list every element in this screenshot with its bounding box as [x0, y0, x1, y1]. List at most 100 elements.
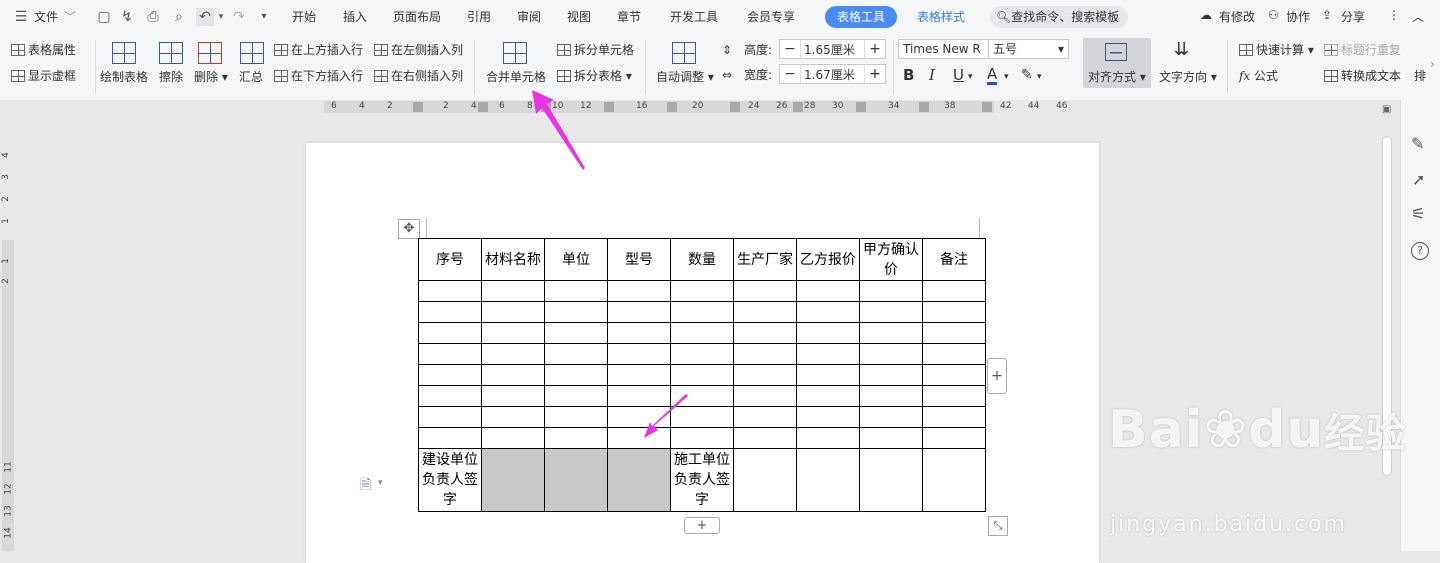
summary-button[interactable]: 汇总 — [239, 69, 263, 85]
table-cell[interactable] — [418, 280, 482, 302]
draw-table-button[interactable]: 绘制表格 — [100, 69, 148, 85]
table-cell[interactable] — [859, 364, 923, 386]
width-value[interactable]: 1.67厘米 — [804, 66, 855, 83]
table-cell[interactable] — [481, 364, 545, 386]
width-decrease-button[interactable]: − — [780, 65, 801, 83]
table-cell[interactable] — [670, 280, 734, 302]
height-stepper[interactable]: − 1.65厘米 + — [779, 39, 886, 59]
table-cell[interactable] — [796, 322, 860, 344]
save-icon[interactable]: ▢ — [95, 8, 113, 26]
header-cell[interactable]: 材料名称 — [481, 238, 545, 281]
settings-sliders-icon[interactable]: ⚟ — [1411, 204, 1425, 223]
collaborate-button[interactable]: 协作 — [1286, 8, 1310, 25]
tab-page-layout[interactable]: 页面布局 — [393, 8, 441, 25]
select-cursor-icon[interactable]: ➚ — [1412, 170, 1425, 189]
underline-dropdown-icon[interactable]: ▾ — [968, 69, 973, 85]
chevron-down-icon[interactable]: ▾ — [378, 478, 383, 488]
table-cell[interactable] — [544, 343, 608, 365]
table-cell[interactable] — [418, 427, 482, 449]
header-repeat-button[interactable]: 标题行重复 — [1324, 42, 1401, 58]
underline-button[interactable]: U — [953, 67, 964, 83]
tab-table-style[interactable]: 表格样式 — [917, 8, 965, 25]
table-cell[interactable] — [733, 406, 797, 428]
show-gridlines-button[interactable]: 显示虚框 — [11, 68, 76, 84]
merge-cells-button[interactable]: 合并单元格 — [486, 69, 546, 85]
text-direction-button[interactable]: 文字方向 ▾ — [1159, 69, 1217, 85]
tab-view[interactable]: 视图 — [567, 8, 591, 25]
header-cell[interactable]: 甲方确认价 — [859, 238, 923, 281]
ruler-marker[interactable] — [413, 102, 423, 112]
header-cell[interactable]: 数量 — [670, 238, 734, 281]
vertical-ruler[interactable]: 4 3 2 1 1 2 11 12 13 14 — [0, 116, 16, 551]
table-cell[interactable] — [607, 322, 671, 344]
table-cell[interactable] — [796, 280, 860, 302]
width-stepper[interactable]: − 1.67厘米 + — [779, 64, 886, 84]
table-cell[interactable] — [481, 385, 545, 407]
table-cell[interactable] — [922, 427, 986, 449]
table-cell[interactable] — [796, 406, 860, 428]
ruler-marker[interactable] — [667, 102, 677, 112]
paragraph-layout-icon[interactable]: 🗎︎ — [360, 474, 371, 498]
table-cell[interactable] — [859, 385, 923, 407]
table-cell[interactable] — [418, 322, 482, 344]
insert-row-above-button[interactable]: 在上方插入行 — [274, 42, 363, 58]
bold-button[interactable]: B — [903, 67, 914, 83]
tab-home[interactable]: 开始 — [292, 8, 316, 25]
quick-access-dropdown-icon[interactable]: ▾ — [255, 8, 273, 26]
height-increase-button[interactable]: + — [864, 40, 885, 58]
insert-col-right-button[interactable]: 在右侧插入列 — [374, 68, 463, 84]
table-cell[interactable] — [796, 448, 860, 512]
add-column-button[interactable]: + — [987, 358, 1007, 394]
table-cell[interactable] — [922, 406, 986, 428]
tab-member[interactable]: 会员专享 — [747, 8, 795, 25]
table-cell[interactable] — [796, 364, 860, 386]
print-icon[interactable]: ⎙ — [144, 8, 162, 26]
edit-pen-icon[interactable]: ✎ — [1411, 134, 1424, 153]
table-cell[interactable] — [796, 301, 860, 323]
table-cell[interactable] — [922, 385, 986, 407]
table-cell[interactable] — [733, 322, 797, 344]
table-cell[interactable] — [544, 406, 608, 428]
table-cell[interactable] — [544, 427, 608, 449]
tab-references[interactable]: 引用 — [467, 8, 491, 25]
table-cell[interactable] — [796, 427, 860, 449]
header-cell[interactable]: 序号 — [418, 238, 482, 281]
ruler-marker[interactable] — [730, 102, 740, 112]
table-cell[interactable] — [481, 406, 545, 428]
insert-col-left-button[interactable]: 在左侧插入列 — [374, 42, 463, 58]
table-cell[interactable] — [418, 364, 482, 386]
table-cell[interactable] — [796, 385, 860, 407]
table-cell[interactable] — [796, 343, 860, 365]
redo-icon[interactable]: ↷ — [230, 8, 248, 26]
table-properties-button[interactable]: 表格属性 — [11, 42, 76, 58]
more-icon[interactable]: ⋮ — [1388, 8, 1400, 22]
ribbon-scroll-right-icon[interactable]: › — [1430, 56, 1435, 72]
quick-calc-button[interactable]: 快速计算 ▾ — [1239, 42, 1314, 58]
table-cell[interactable] — [607, 280, 671, 302]
table-cell[interactable] — [670, 322, 734, 344]
table-cell[interactable] — [922, 343, 986, 365]
undo-dropdown-icon[interactable]: ▾ — [212, 8, 230, 26]
table-cell[interactable] — [922, 448, 986, 512]
table-cell[interactable] — [859, 280, 923, 302]
table-cell[interactable] — [544, 301, 608, 323]
horizontal-ruler[interactable]: 6 4 2 2 4 6 8 10 12 16 20 24 26 28 30 34… — [0, 100, 1440, 116]
tab-review[interactable]: 审阅 — [517, 8, 541, 25]
convert-to-text-button[interactable]: 转换成文本 — [1324, 68, 1401, 84]
delete-button[interactable]: 删除 ▾ — [194, 69, 228, 85]
table-cell[interactable] — [607, 301, 671, 323]
sign-cell-contractor[interactable]: 施工单位负责人签字 — [670, 448, 734, 512]
table-cell[interactable] — [481, 343, 545, 365]
add-row-button[interactable]: + — [684, 517, 720, 534]
cloud-icon[interactable]: ↯ — [118, 8, 136, 26]
table-cell[interactable] — [544, 322, 608, 344]
collapse-ribbon-icon[interactable]: ︿ — [1412, 8, 1424, 25]
header-cell[interactable]: 单位 — [544, 238, 608, 281]
tab-developer[interactable]: 开发工具 — [670, 8, 718, 25]
table-cell[interactable] — [481, 301, 545, 323]
table-cell[interactable] — [859, 448, 923, 512]
insert-row-below-button[interactable]: 在下方插入行 — [274, 68, 363, 84]
print-preview-icon[interactable]: ⌕ — [170, 8, 188, 26]
table-cell[interactable] — [733, 385, 797, 407]
table-cell[interactable] — [859, 406, 923, 428]
